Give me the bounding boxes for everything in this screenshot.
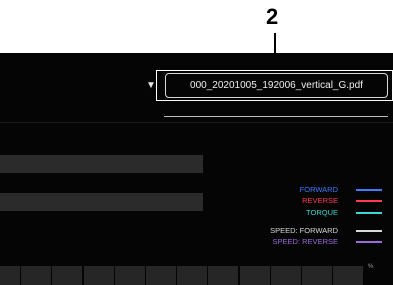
legend-swatch xyxy=(356,200,382,202)
legend-item: SPEED: FORWARD xyxy=(240,225,390,236)
legend-label: TORQUE xyxy=(306,208,338,217)
grid-cell xyxy=(146,266,176,285)
dropdown-arrow-icon[interactable]: ▼ xyxy=(146,80,156,91)
legend-label: REVERSE xyxy=(302,196,338,205)
bar-row-2 xyxy=(0,193,203,211)
grid-cell xyxy=(270,266,301,285)
grid-cell xyxy=(21,266,52,285)
bar-row-1 xyxy=(0,155,203,173)
divider-line xyxy=(164,116,388,117)
legend-item: TORQUE xyxy=(240,207,390,218)
legend-swatch xyxy=(356,189,382,191)
grid-cell xyxy=(239,266,270,285)
grid-cell xyxy=(114,266,145,285)
legend-swatch xyxy=(356,212,382,214)
legend-item: SPEED: REVERSE xyxy=(240,236,390,247)
legend-item: REVERSE xyxy=(240,195,390,206)
percent-unit: % xyxy=(368,264,374,270)
grid-cell xyxy=(52,266,83,285)
callout-number: 2 xyxy=(266,4,279,29)
grid-cell xyxy=(302,266,332,285)
grid-strip xyxy=(0,266,393,285)
dark-panel: ▼ 000_20201005_192006_vertical_G.pdf FOR… xyxy=(0,53,393,285)
grid-cell xyxy=(83,266,114,285)
file-selector[interactable]: 000_20201005_192006_vertical_G.pdf xyxy=(165,73,388,98)
grid-cell xyxy=(0,266,20,285)
legend-label: SPEED: REVERSE xyxy=(272,237,338,246)
legend-item: FORWARD xyxy=(240,184,390,195)
grid-cell xyxy=(177,266,208,285)
divider-line-thin xyxy=(0,122,393,123)
grid-cell xyxy=(333,266,364,285)
grid-cell xyxy=(208,266,239,285)
legend-swatch xyxy=(356,230,382,232)
legend-swatch xyxy=(356,241,382,243)
legend-label: FORWARD xyxy=(299,185,338,194)
legend-label: SPEED: FORWARD xyxy=(270,226,338,235)
